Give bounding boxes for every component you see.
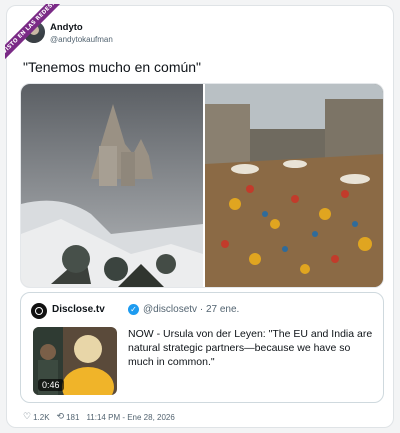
like-count: 1.2K [33,412,50,422]
retweet-count: 181 [66,412,80,422]
watermark-text: VISTO EN LAS REDES.COM [5,4,65,64]
watermark-ribbon: VISTO EN LAS REDES.COM [5,4,65,64]
tweet-footer: ♡ 1.2K ⟲ 181 11:14 PM - Ene 28, 2026 [23,411,175,423]
video-duration: 0:46 [38,379,64,391]
market-photo[interactable] [205,84,383,287]
heart-icon[interactable]: ♡ [23,412,31,422]
photo-grid [20,83,384,288]
disclose-logo-icon [31,303,47,319]
timestamp[interactable]: 11:14 PM - Ene 28, 2026 [86,413,174,422]
castle-photo[interactable] [21,84,203,287]
tweet-card: VISTO EN LAS REDES.COM Andyto @andytokau… [5,4,394,428]
verified-icon: ✓ [128,304,139,315]
quoted-tweet[interactable]: Disclose.tv ✓ @disclosetv · 27 ene. 0:46… [20,292,384,403]
retweet-icon[interactable]: ⟲ [57,412,65,422]
quoted-tweet-text: NOW - Ursula von der Leyen: "The EU and … [128,328,373,368]
quoted-source-handle[interactable]: @disclosetv · 27 ene. [143,304,239,315]
quoted-source-name[interactable]: Disclose.tv [52,304,105,315]
